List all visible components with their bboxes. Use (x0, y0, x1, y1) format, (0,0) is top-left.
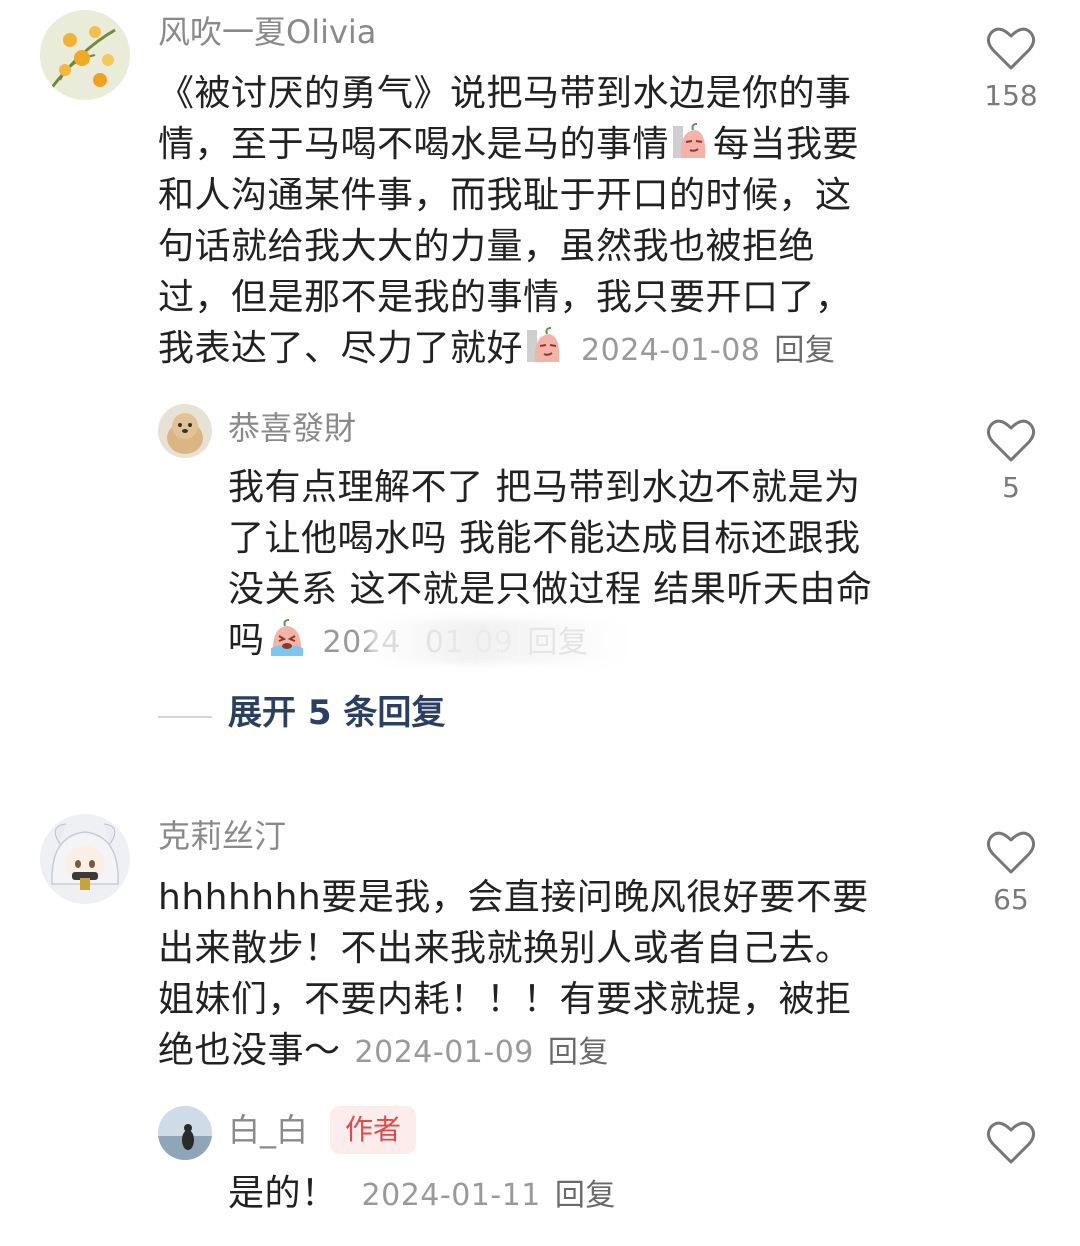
avatar[interactable] (40, 10, 130, 100)
comment-username[interactable]: 风吹一夏Olivia (158, 16, 376, 48)
like-button[interactable]: 5 (966, 416, 1056, 502)
heart-outline-icon (986, 1121, 1036, 1164)
heart-outline-icon (986, 419, 1036, 462)
blurred-date: 2024 01 09 回复 (309, 615, 589, 668)
expand-divider (158, 716, 212, 718)
author-badge: 作者 (330, 1106, 416, 1154)
like-button[interactable]: 65 (966, 828, 1056, 914)
like-count: 5 (1002, 471, 1020, 504)
reply-button[interactable]: 回复 (555, 1178, 616, 1213)
like-button[interactable]: 158 (966, 24, 1056, 110)
sweet-potato-smirk-emoji-icon (525, 326, 565, 366)
comment-date: 2024-01-08 (581, 333, 761, 368)
comment-username[interactable]: 克莉丝汀 (158, 820, 286, 852)
heart-outline-icon (986, 831, 1036, 874)
sweet-potato-smirk-emoji-icon (671, 122, 711, 162)
avatar[interactable] (158, 404, 212, 458)
comment-text: hhhhhhh要是我，会直接问晚风很好要不要 出来散步！不出来我就换别人或者自己… (158, 877, 869, 1071)
expand-replies-button[interactable]: 展开 5 条回复 (228, 696, 445, 730)
reply-button[interactable]: 回复 (548, 1035, 609, 1070)
reply-date: 2024-01-11 (361, 1178, 541, 1213)
avatar[interactable] (40, 814, 130, 904)
like-count: 158 (984, 79, 1038, 112)
heart-outline-icon (986, 27, 1036, 70)
reply-text: 是的！ 2024-01-11 回复 (228, 1173, 616, 1214)
reply-username[interactable]: 恭喜發財 (228, 412, 356, 444)
dog-avatar-icon (158, 404, 212, 458)
reply-text: 我有点理解不了 把马带到水边不就是为 了让他喝水吗 我能不能达成目标还跟我 没关… (228, 462, 948, 668)
seaside-avatar-icon (158, 1106, 212, 1160)
reply-date: 2024 (322, 625, 401, 660)
like-button[interactable] (966, 1118, 1056, 1166)
comment-date: 2024-01-09 (354, 1035, 534, 1070)
reply-username[interactable]: 白_白 (228, 1114, 308, 1146)
avatar[interactable] (158, 1106, 212, 1160)
reply-button[interactable]: 回复 (527, 625, 588, 660)
like-count: 65 (993, 883, 1029, 916)
sweet-potato-cry-emoji-icon (267, 618, 307, 658)
anime-avatar-icon (40, 814, 130, 904)
reply-button[interactable]: 回复 (774, 333, 835, 368)
comment-text: 《被讨厌的勇气》说把马带到水边是你的事 情，至于马喝不喝水是马的事情 每当我要 和… (158, 73, 860, 369)
flower-avatar-icon (40, 10, 130, 100)
